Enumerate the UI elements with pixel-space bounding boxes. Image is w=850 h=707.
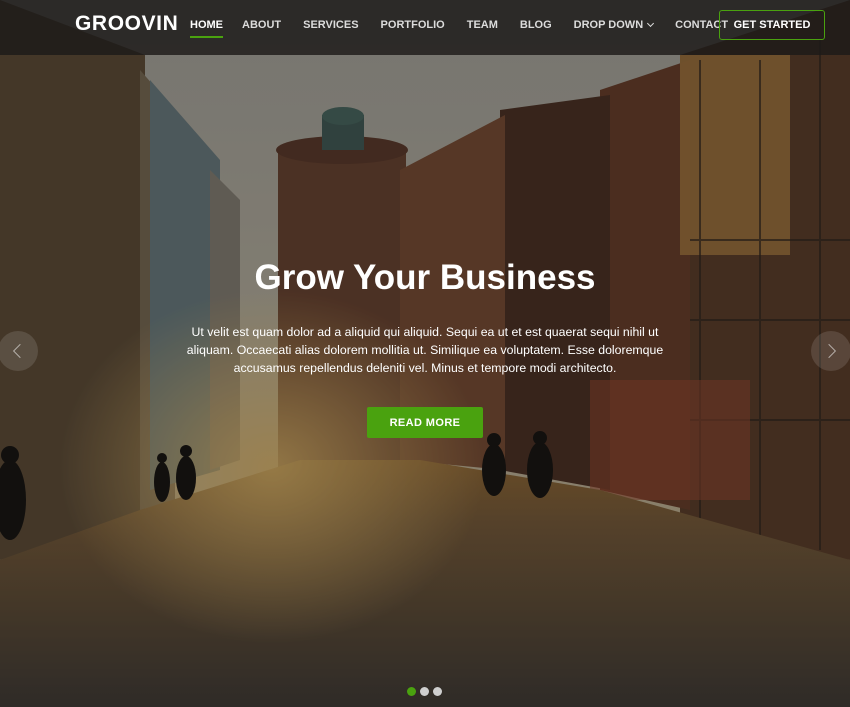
site-header: GROOVIN HOME ABOUT SERVICES PORTFOLIO TE… (0, 0, 850, 55)
hero-section: Grow Your Business Ut velit est quam dol… (0, 0, 850, 707)
main-nav: HOME ABOUT SERVICES PORTFOLIO TEAM BLOG … (190, 0, 728, 50)
nav-item-services[interactable]: SERVICES (303, 19, 358, 31)
carousel-dot-1[interactable] (407, 687, 416, 696)
chevron-down-icon (647, 19, 655, 28)
nav-item-team[interactable]: TEAM (467, 19, 498, 31)
carousel-indicators (407, 687, 442, 696)
carousel-dot-2[interactable] (420, 687, 429, 696)
chevron-left-icon (12, 343, 28, 359)
nav-item-portfolio[interactable]: PORTFOLIO (381, 19, 445, 31)
carousel-next-button[interactable] (811, 331, 850, 371)
read-more-button[interactable]: READ MORE (367, 407, 483, 438)
get-started-button[interactable]: GET STARTED (719, 10, 825, 40)
carousel-dot-3[interactable] (433, 687, 442, 696)
nav-item-home[interactable]: HOME (190, 19, 223, 38)
nav-item-blog[interactable]: BLOG (520, 19, 552, 31)
hero-description: Ut velit est quam dolor ad a aliquid qui… (186, 325, 664, 375)
nav-item-about[interactable]: ABOUT (242, 19, 281, 31)
nav-item-dropdown[interactable]: DROP DOWN (573, 19, 655, 31)
brand-logo[interactable]: GROOVIN (75, 12, 178, 36)
hero-title: Grow Your Business (254, 258, 596, 297)
nav-item-dropdown-label: DROP DOWN (573, 19, 644, 31)
chevron-right-icon (821, 343, 837, 359)
